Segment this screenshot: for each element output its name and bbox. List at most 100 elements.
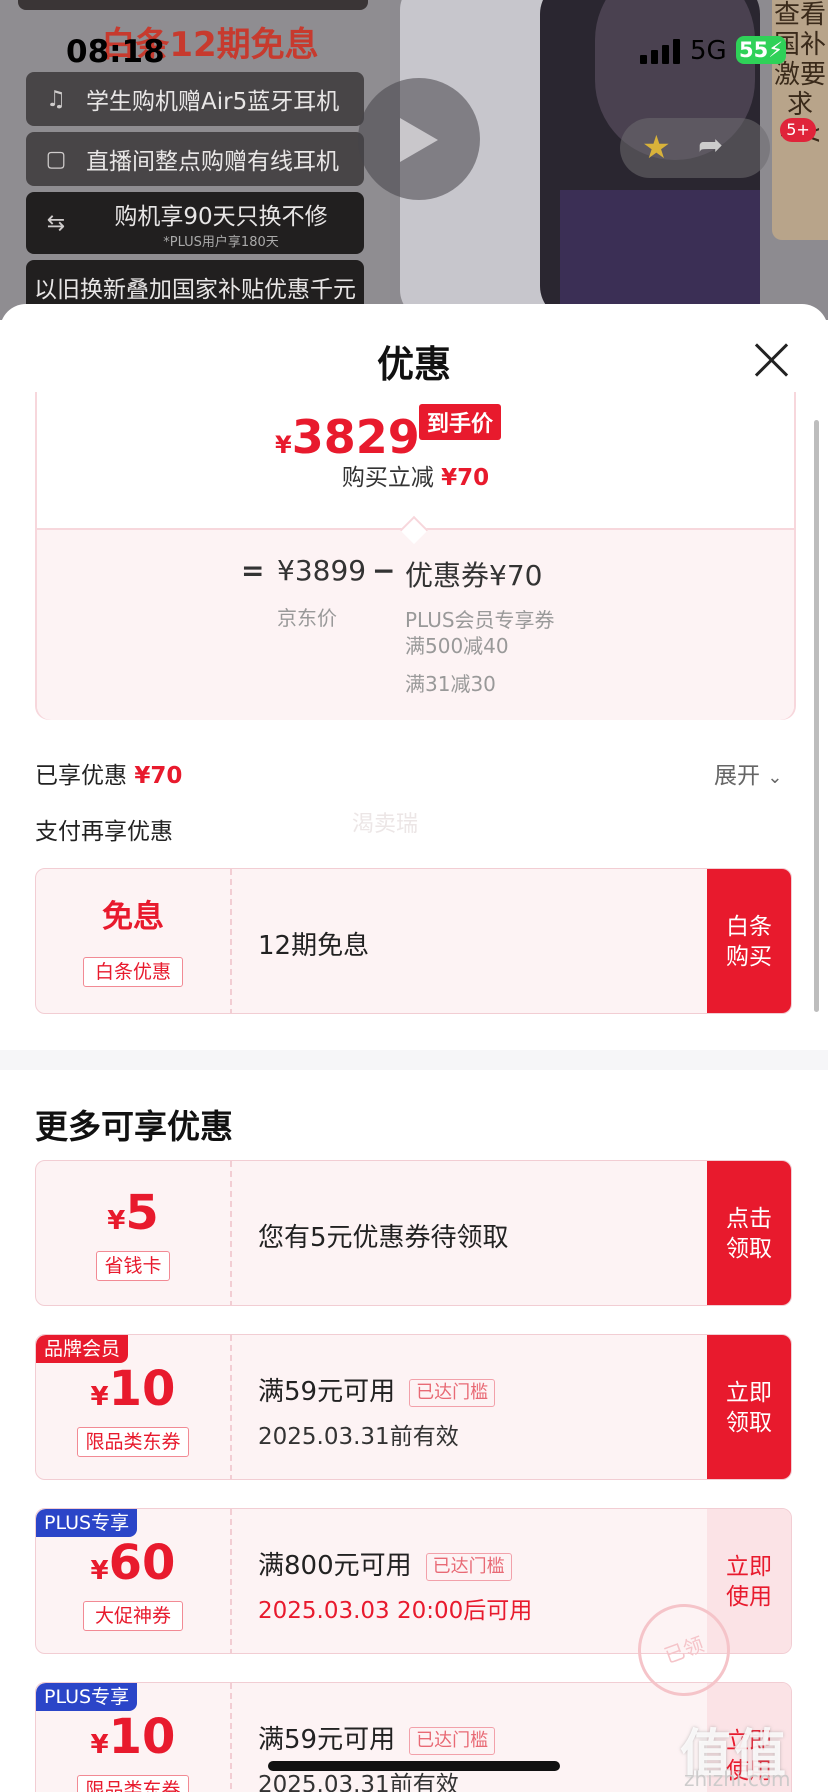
card-body: ¥5 省钱卡 您有5元优惠券待领取 点击 领取 [35, 1160, 792, 1306]
discount-sheet: 优惠 ¥3829 到手价 购买立减 ¥70 = ¥3899 京东价 − 优惠券¥… [0, 304, 828, 1792]
expand-label: 展开 [714, 763, 760, 789]
coupon-amount: 10 [108, 1361, 176, 1417]
currency-symbol: ¥ [90, 1730, 109, 1760]
coupon-amount: 60 [108, 1535, 176, 1591]
interest-free-title: 免息 [102, 899, 164, 935]
coupon-validity: 2025.03.03 20:00后可用 [258, 1598, 533, 1624]
coupon-card: ¥10 限品类东券 品牌会员 满59元可用 已达门槛 2025.03.31前有效 … [35, 1334, 826, 1480]
more-discounts-title: 更多可享优惠 [35, 1107, 233, 1146]
site-url-watermark: zhizhi.com [684, 1767, 791, 1791]
promo-text: 购机享90天只换不修 [114, 203, 328, 230]
sheet-title: 优惠 [377, 343, 451, 386]
network-type: 5G [690, 36, 727, 66]
card-left: ¥5 省钱卡 [36, 1161, 232, 1305]
currency-symbol: ¥ [107, 1206, 126, 1236]
claim-button[interactable]: 点击 领取 [707, 1161, 791, 1305]
chevron-down-icon: ⌄ [767, 767, 783, 788]
section-divider [0, 1050, 828, 1070]
coupon-threshold: 满800元可用 已达门槛 [258, 1545, 512, 1582]
watermark-text: 渴卖瑞 [352, 812, 419, 837]
coupon-amount: 10 [108, 1709, 176, 1765]
enjoyed-value: ¥70 [134, 763, 183, 789]
currency-symbol: ¥ [275, 431, 292, 459]
star-icon[interactable]: ★ [642, 128, 671, 166]
live-icon: ▢ [45, 146, 67, 172]
claim-button[interactable]: 立即 领取 [707, 1335, 791, 1479]
promo-earbuds[interactable]: ♫ 学生购机赠Air5蓝牙耳机 [26, 72, 364, 126]
reduce-value: ¥70 [441, 465, 490, 491]
coupon-amount: 优惠券¥70 [405, 559, 543, 592]
jd-price: ¥3899 [277, 554, 367, 587]
jd-price-label: 京东价 [277, 606, 337, 630]
enjoyed-label: 已享优惠 [35, 763, 127, 789]
baitiao-chip: 白条优惠 [83, 957, 183, 987]
earbuds-icon: ♫ [46, 86, 66, 112]
coupon-chip: 限品类东券 [77, 1775, 189, 1792]
promo-text: 学生购机赠Air5蓝牙耳机 [86, 89, 340, 115]
coupon-rule: 满31减30 [405, 672, 496, 696]
promo-exchange[interactable]: ⇆ 购机享90天只换不修 *PLUS用户享180天 [26, 192, 364, 254]
coupon-main: 您有5元优惠券待领取 [258, 1223, 509, 1253]
coupon-type: PLUS会员专享券 [405, 608, 555, 632]
final-price-tag: 到手价 [419, 404, 502, 440]
final-price-value: 3829 [291, 410, 420, 464]
coupon-main: 满59元可用 [258, 1725, 396, 1755]
battery-icon: 55⚡ [736, 36, 786, 64]
coupon-threshold: 满59元可用 已达门槛 [258, 1371, 496, 1408]
pay-more-label: 支付再享优惠 [35, 819, 173, 845]
plus-exclusive-badge: PLUS专享 [36, 1509, 138, 1537]
expand-button[interactable]: 展开 ⌄ [714, 756, 782, 790]
promo-text: 直播间整点购赠有线耳机 [86, 149, 339, 175]
exchange-icon: ⇆ [46, 210, 66, 236]
coupon-main: 满59元可用 [258, 1377, 396, 1407]
coupon-value: ¥10 [36, 1361, 230, 1417]
promo-text: 以旧换新叠加国家补贴优惠千元 [34, 277, 356, 303]
coupon-card: ¥5 省钱卡 您有5元优惠券待领取 点击 领取 [35, 1160, 826, 1306]
coupon-main: 满800元可用 [258, 1551, 412, 1581]
share-icon[interactable]: ➦ [698, 128, 723, 163]
currency-symbol: ¥ [90, 1556, 109, 1586]
coupon-value: ¥5 [36, 1185, 230, 1241]
purchase-reduction: 购买立减 ¥70 [37, 458, 794, 492]
status-time: 08:18 [66, 34, 165, 70]
product-image-accent [560, 190, 760, 320]
brand-member-badge: 品牌会员 [36, 1335, 129, 1363]
threshold-met-tag: 已达门槛 [409, 1726, 496, 1755]
price-formula: = ¥3899 京东价 − 优惠券¥70 PLUS会员专享券 满500减40 满… [37, 528, 794, 720]
coupon-value: ¥60 [36, 1535, 230, 1591]
scrollbar[interactable] [814, 420, 819, 1012]
signal-icon [640, 38, 680, 64]
coupon-amount: 5 [125, 1185, 159, 1241]
coupon-rule: 满500减40 [405, 634, 509, 658]
plus-exclusive-badge: PLUS专享 [36, 1683, 138, 1711]
reduce-label: 购买立减 [341, 465, 434, 491]
card-body: ¥10 限品类东券 PLUS专享 满59元可用 已达门槛 2025.03.31前有… [35, 1682, 792, 1792]
coupon-chip: 限品类东券 [77, 1427, 189, 1457]
coupon-threshold: 满59元可用 已达门槛 [258, 1719, 496, 1756]
enjoyed-discount: 已享优惠 ¥70 [35, 756, 182, 790]
coupon-validity: 2025.03.31前有效 [258, 1424, 459, 1450]
home-indicator[interactable] [268, 1761, 560, 1771]
coupon-value: ¥10 [36, 1709, 230, 1765]
card-left: 免息 白条优惠 [36, 869, 232, 1013]
promo-live[interactable]: ▢ 直播间整点购赠有线耳机 [26, 132, 364, 186]
threshold-met-tag: 已达门槛 [425, 1552, 512, 1581]
battery-level: 55 [739, 38, 769, 62]
price-breakdown: ¥3829 到手价 购买立减 ¥70 = ¥3899 京东价 − 优惠券¥70 … [35, 392, 796, 720]
media-toolbar: ★ ➦ [620, 118, 770, 178]
play-icon [400, 118, 438, 162]
card-body: 免息 白条优惠 12期免息 白条 购买 [35, 868, 792, 1014]
final-price: ¥3829 [275, 410, 420, 464]
baitiao-card: 免息 白条优惠 12期免息 白条 购买 [35, 868, 826, 1014]
promo-subtext: *PLUS用户享180天 [163, 234, 279, 250]
close-icon[interactable] [752, 340, 792, 380]
equals-sign: = [241, 554, 265, 587]
coupon-chip: 省钱卡 [96, 1251, 170, 1281]
baitiao-buy-button[interactable]: 白条 购买 [707, 869, 791, 1013]
threshold-met-tag: 已达门槛 [409, 1378, 496, 1407]
minus-sign: − [372, 554, 396, 587]
currency-symbol: ¥ [90, 1382, 109, 1412]
promo-top-bar [18, 0, 368, 10]
coupon-chip: 大促神券 [83, 1601, 183, 1631]
baitiao-main: 12期免息 [258, 931, 370, 961]
